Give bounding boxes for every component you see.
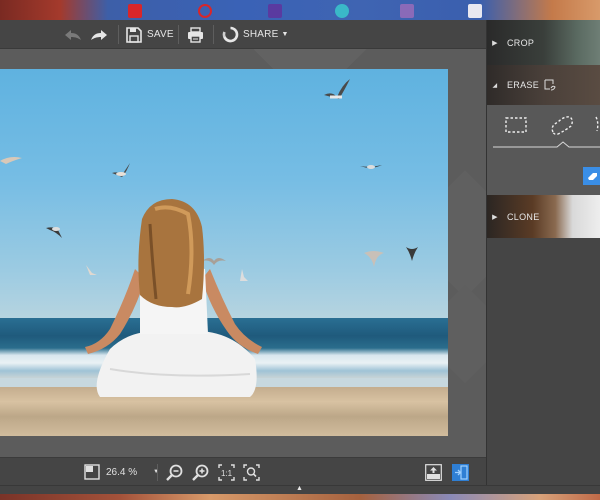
status-bar: 26.4 % ▼ 1:1 — [0, 457, 486, 485]
fit-to-screen-icon — [243, 463, 260, 481]
lasso-select-icon[interactable] — [550, 114, 574, 136]
section-erase[interactable]: ◢ ERASE — [487, 65, 600, 105]
actual-size-button[interactable]: 1:1 — [218, 458, 235, 486]
zoom-value: 26.4 % — [106, 466, 138, 478]
caret-down-icon: ▼ — [281, 31, 289, 38]
share-button[interactable]: SHARE ▼ — [222, 20, 289, 49]
export-image-icon — [425, 463, 442, 481]
printer-icon — [188, 26, 203, 43]
photo-image[interactable] — [0, 69, 448, 436]
toggle-panel-icon — [452, 463, 469, 481]
print-button[interactable] — [187, 20, 204, 49]
photo-editor-window: SAVE SHARE ▼ 26.4 % 1:1 ▲ ▶ CROP ◢ ERASE… — [0, 0, 600, 500]
section-label: CLONE — [507, 211, 540, 222]
rectangle-select-icon[interactable] — [505, 117, 527, 133]
save-label: SAVE — [147, 29, 174, 40]
main-toolbar: SAVE SHARE ▼ — [0, 20, 486, 49]
statusbar-separator — [157, 464, 158, 481]
panel-empty-area — [487, 238, 600, 485]
share-sync-icon — [222, 26, 239, 43]
taskbar-top — [0, 0, 600, 20]
tools-panel: ▶ CROP ◢ ERASE ▶ CLONE — [486, 20, 600, 485]
toolbar-separator — [178, 25, 179, 44]
actual-size-icon: 1:1 — [218, 463, 235, 481]
zoom-out-button[interactable] — [166, 458, 183, 486]
share-label: SHARE — [243, 29, 279, 40]
seagull — [112, 163, 130, 177]
navigator-thumbnail-icon — [84, 464, 100, 480]
fit-to-screen-button[interactable] — [243, 458, 260, 486]
floppy-disk-icon — [126, 26, 142, 43]
toolbar-separator — [213, 25, 214, 44]
seagull — [406, 247, 418, 261]
meditating-woman — [85, 199, 262, 397]
zoom-in-button[interactable] — [192, 458, 209, 486]
taskbar-app-icon[interactable] — [198, 4, 212, 18]
chevron-right-icon: ▶ — [492, 213, 498, 221]
image-canvas[interactable] — [0, 49, 486, 457]
zoom-in-icon — [192, 464, 209, 481]
taskbar-bottom — [0, 494, 600, 500]
tool-selection-indicator — [493, 141, 600, 148]
redo-arrow-icon — [91, 29, 107, 40]
panel-collapse-strip[interactable]: ▲ — [0, 485, 600, 494]
chevron-down-icon: ◢ — [492, 82, 498, 89]
taskbar-app-icon[interactable] — [400, 4, 414, 18]
erase-tools-body — [487, 105, 600, 195]
redo-button[interactable] — [90, 20, 110, 49]
taskbar-app-icon[interactable] — [335, 4, 349, 18]
toolbar-separator — [118, 25, 119, 44]
seagull — [46, 227, 62, 238]
undo-button[interactable] — [64, 20, 84, 49]
zoom-out-icon — [166, 464, 183, 481]
seagull — [360, 165, 382, 169]
section-clone[interactable]: ▶ CLONE — [487, 195, 600, 238]
taskbar-app-icon[interactable] — [128, 4, 142, 18]
brush-select-icon[interactable] — [595, 115, 600, 133]
section-label: CROP — [507, 37, 535, 48]
section-label: ERASE — [507, 80, 540, 90]
toggle-panel-button[interactable] — [452, 458, 469, 486]
taskbar-app-icon[interactable] — [468, 4, 482, 18]
seagull — [364, 251, 384, 267]
zoom-level-control[interactable]: 26.4 % ▼ — [84, 458, 159, 486]
undo-arrow-icon — [65, 29, 81, 40]
seagull — [0, 157, 22, 164]
erase-button[interactable] — [583, 167, 600, 185]
eraser-icon — [588, 173, 597, 180]
caret-up-icon[interactable]: ▲ — [296, 485, 303, 492]
erase-settings-icon[interactable] — [544, 79, 556, 91]
svg-text:1:1: 1:1 — [221, 469, 233, 478]
chevron-right-icon: ▶ — [492, 39, 498, 47]
export-image-button[interactable] — [425, 458, 442, 486]
taskbar-app-icon[interactable] — [268, 4, 282, 18]
save-button[interactable]: SAVE — [126, 20, 174, 49]
section-crop[interactable]: ▶ CROP — [487, 20, 600, 65]
seagull — [324, 79, 350, 99]
